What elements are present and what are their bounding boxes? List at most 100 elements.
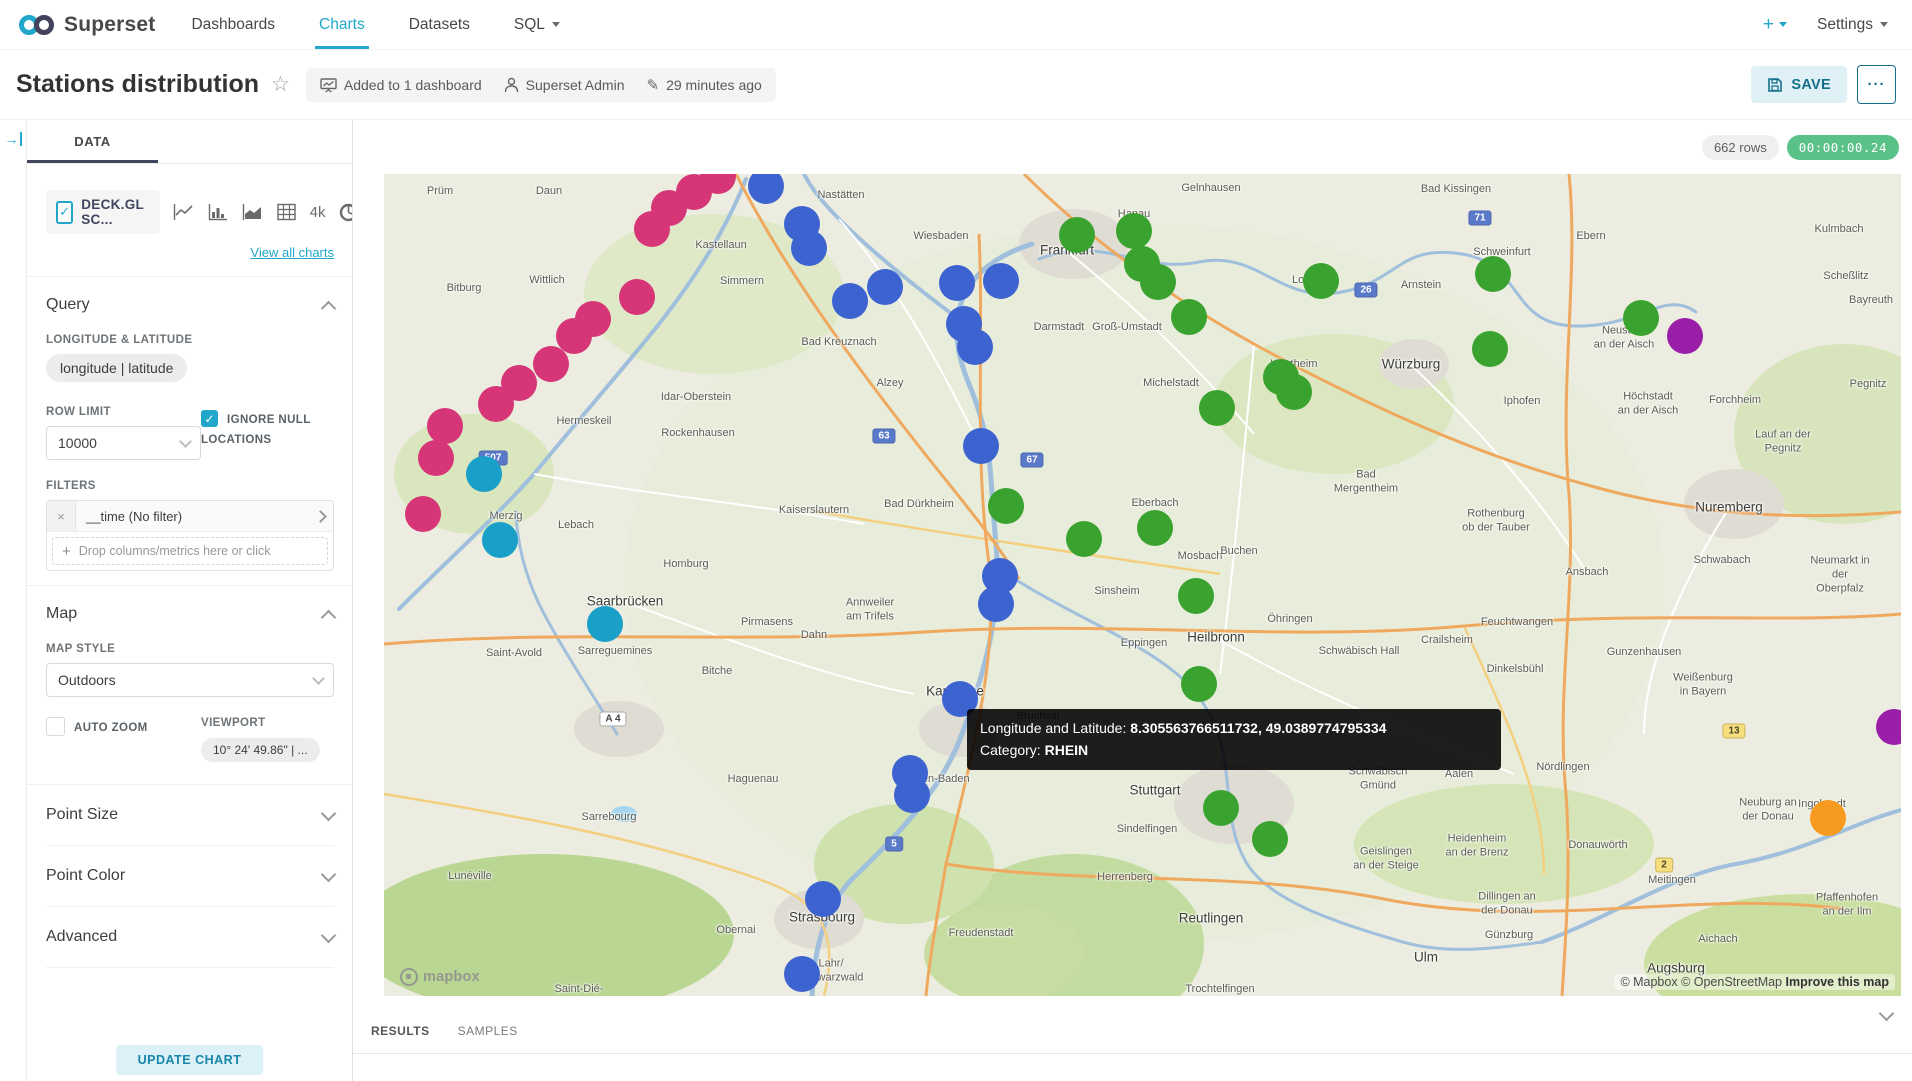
bar-chart-icon[interactable]: [208, 203, 228, 221]
settings-menu[interactable]: Settings: [1817, 16, 1888, 34]
scatter-point-pink[interactable]: [405, 496, 441, 532]
scatter-point-pink[interactable]: [427, 408, 463, 444]
remove-filter-icon[interactable]: ×: [47, 501, 76, 531]
nav-item-datasets[interactable]: Datasets: [387, 0, 492, 49]
nav-item-dashboards[interactable]: Dashboards: [169, 0, 297, 49]
scatter-point-orange[interactable]: [1810, 800, 1846, 836]
map-place-label: Eppingen: [1121, 637, 1168, 651]
last-modified-badge[interactable]: ✎ 29 minutes ago: [647, 76, 762, 94]
scatter-point-blue[interactable]: [978, 586, 1014, 622]
viz-type-selected[interactable]: ✓ DECK.GL SC...: [46, 190, 160, 234]
scatter-point-green[interactable]: [1171, 299, 1207, 335]
section-point-color[interactable]: Point Color: [46, 846, 334, 907]
scatter-point-cyan[interactable]: [587, 606, 623, 642]
deckgl-map[interactable]: PrümDaunNastättenWiesbadenFrankfurtHanau…: [384, 174, 1901, 996]
scatter-point-pink[interactable]: [533, 346, 569, 382]
query-section-header[interactable]: Query: [46, 277, 334, 314]
filters-dropzone[interactable]: + Drop columns/metrics here or click: [52, 537, 328, 565]
collapse-panel-icon[interactable]: →: [5, 132, 22, 146]
scatter-point-green[interactable]: [1472, 331, 1508, 367]
tab-data[interactable]: DATA: [27, 120, 158, 163]
collapse-results-chevron-icon[interactable]: [1881, 1008, 1892, 1028]
save-button[interactable]: SAVE: [1751, 66, 1847, 103]
attrib-osm-link[interactable]: © OpenStreetMap: [1681, 975, 1782, 989]
update-chart-button[interactable]: UPDATE CHART: [116, 1045, 264, 1075]
viewport-value[interactable]: 10° 24' 49.86" | ...: [201, 738, 320, 762]
section-point-size[interactable]: Point Size: [46, 785, 334, 846]
scatter-point-cyan[interactable]: [482, 522, 518, 558]
table-icon[interactable]: [277, 203, 296, 221]
line-chart-icon[interactable]: [173, 203, 194, 221]
filter-chip-label[interactable]: __time (No filter): [76, 501, 307, 531]
map-place-label: Bad Kreuznach: [801, 336, 876, 350]
improve-map-link[interactable]: Improve this map: [1786, 975, 1890, 989]
dashboards-badge[interactable]: Added to 1 dashboard: [320, 77, 482, 93]
scatter-point-blue[interactable]: [963, 428, 999, 464]
view-all-charts-link[interactable]: View all charts: [250, 245, 334, 260]
scatter-point-pink[interactable]: [418, 440, 454, 476]
map-place-label: Kastellaun: [695, 239, 746, 253]
superset-logo[interactable]: Superset: [0, 13, 169, 37]
lonlat-chip[interactable]: longitude | latitude: [46, 354, 187, 382]
map-place-label: Annweiler am Trifels: [846, 596, 894, 624]
tab-results[interactable]: RESULTS: [371, 1024, 430, 1053]
map-place-label: Simmern: [720, 275, 764, 289]
scatter-point-blue[interactable]: [867, 269, 903, 305]
area-chart-icon[interactable]: [242, 203, 263, 221]
filter-chip[interactable]: × __time (No filter): [47, 501, 333, 532]
map-place-label: Bad Kissingen: [1421, 183, 1491, 197]
scatter-point-green[interactable]: [1303, 263, 1339, 299]
scatter-point-green[interactable]: [1475, 256, 1511, 292]
scatter-point-blue[interactable]: [894, 777, 930, 813]
scatter-point-green[interactable]: [1116, 213, 1152, 249]
scatter-point-green[interactable]: [1137, 510, 1173, 546]
auto-zoom-checkbox[interactable]: [46, 717, 65, 736]
map-section-header[interactable]: Map: [46, 586, 334, 623]
filter-expand[interactable]: [307, 501, 333, 531]
scatter-point-green[interactable]: [1140, 264, 1176, 300]
scatter-point-green[interactable]: [1199, 390, 1235, 426]
map-place-label: Nördlingen: [1536, 761, 1589, 775]
row-limit-select[interactable]: 10000: [46, 426, 201, 460]
big-number-icon[interactable]: 4k: [310, 204, 326, 221]
scatter-point-green[interactable]: [988, 488, 1024, 524]
scatter-point-green[interactable]: [1276, 374, 1312, 410]
chart-area: 662 rows 00:00:00.24: [353, 120, 1912, 1081]
scatter-point-green[interactable]: [1178, 578, 1214, 614]
more-actions-button[interactable]: ···: [1857, 65, 1896, 104]
scatter-point-blue[interactable]: [957, 329, 993, 365]
pie-chart-icon[interactable]: [339, 203, 353, 222]
mapbox-logo[interactable]: mapbox: [400, 968, 480, 986]
scatter-point-green[interactable]: [1059, 217, 1095, 253]
scatter-point-cyan[interactable]: [466, 456, 502, 492]
attrib-mapbox-link[interactable]: © Mapbox: [1620, 975, 1677, 989]
scatter-point-blue[interactable]: [805, 881, 841, 917]
pencil-icon: ✎: [647, 76, 660, 94]
scatter-point-blue[interactable]: [832, 283, 868, 319]
favorite-star-icon[interactable]: ☆: [271, 72, 290, 97]
mapbox-icon: [400, 968, 418, 986]
tab-samples[interactable]: SAMPLES: [458, 1024, 518, 1053]
nav-item-sql[interactable]: SQL: [492, 0, 582, 49]
scatter-point-pink[interactable]: [478, 386, 514, 422]
owner-badge[interactable]: Superset Admin: [504, 77, 625, 93]
scatter-point-blue[interactable]: [791, 230, 827, 266]
scatter-point-purple[interactable]: [1667, 318, 1703, 354]
map-style-select[interactable]: Outdoors: [46, 663, 334, 697]
scatter-point-green[interactable]: [1623, 300, 1659, 336]
scatter-point-green[interactable]: [1066, 521, 1102, 557]
scatter-point-green[interactable]: [1181, 666, 1217, 702]
scatter-point-green[interactable]: [1252, 821, 1288, 857]
map-place-label: Eberbach: [1131, 497, 1178, 511]
scatter-point-blue[interactable]: [784, 956, 820, 992]
scatter-point-blue[interactable]: [983, 263, 1019, 299]
chevron-down-icon: [321, 805, 337, 821]
scatter-point-green[interactable]: [1203, 790, 1239, 826]
scatter-point-blue[interactable]: [939, 265, 975, 301]
section-advanced[interactable]: Advanced: [46, 907, 334, 968]
scatter-point-pink[interactable]: [619, 279, 655, 315]
scatter-point-pink[interactable]: [634, 211, 670, 247]
nav-item-charts[interactable]: Charts: [297, 0, 387, 49]
rowlimit-row: ROW LIMIT 10000 ✓ IGNORE NULL LOCATIONS: [46, 386, 334, 460]
new-item-button[interactable]: +: [1763, 14, 1787, 36]
